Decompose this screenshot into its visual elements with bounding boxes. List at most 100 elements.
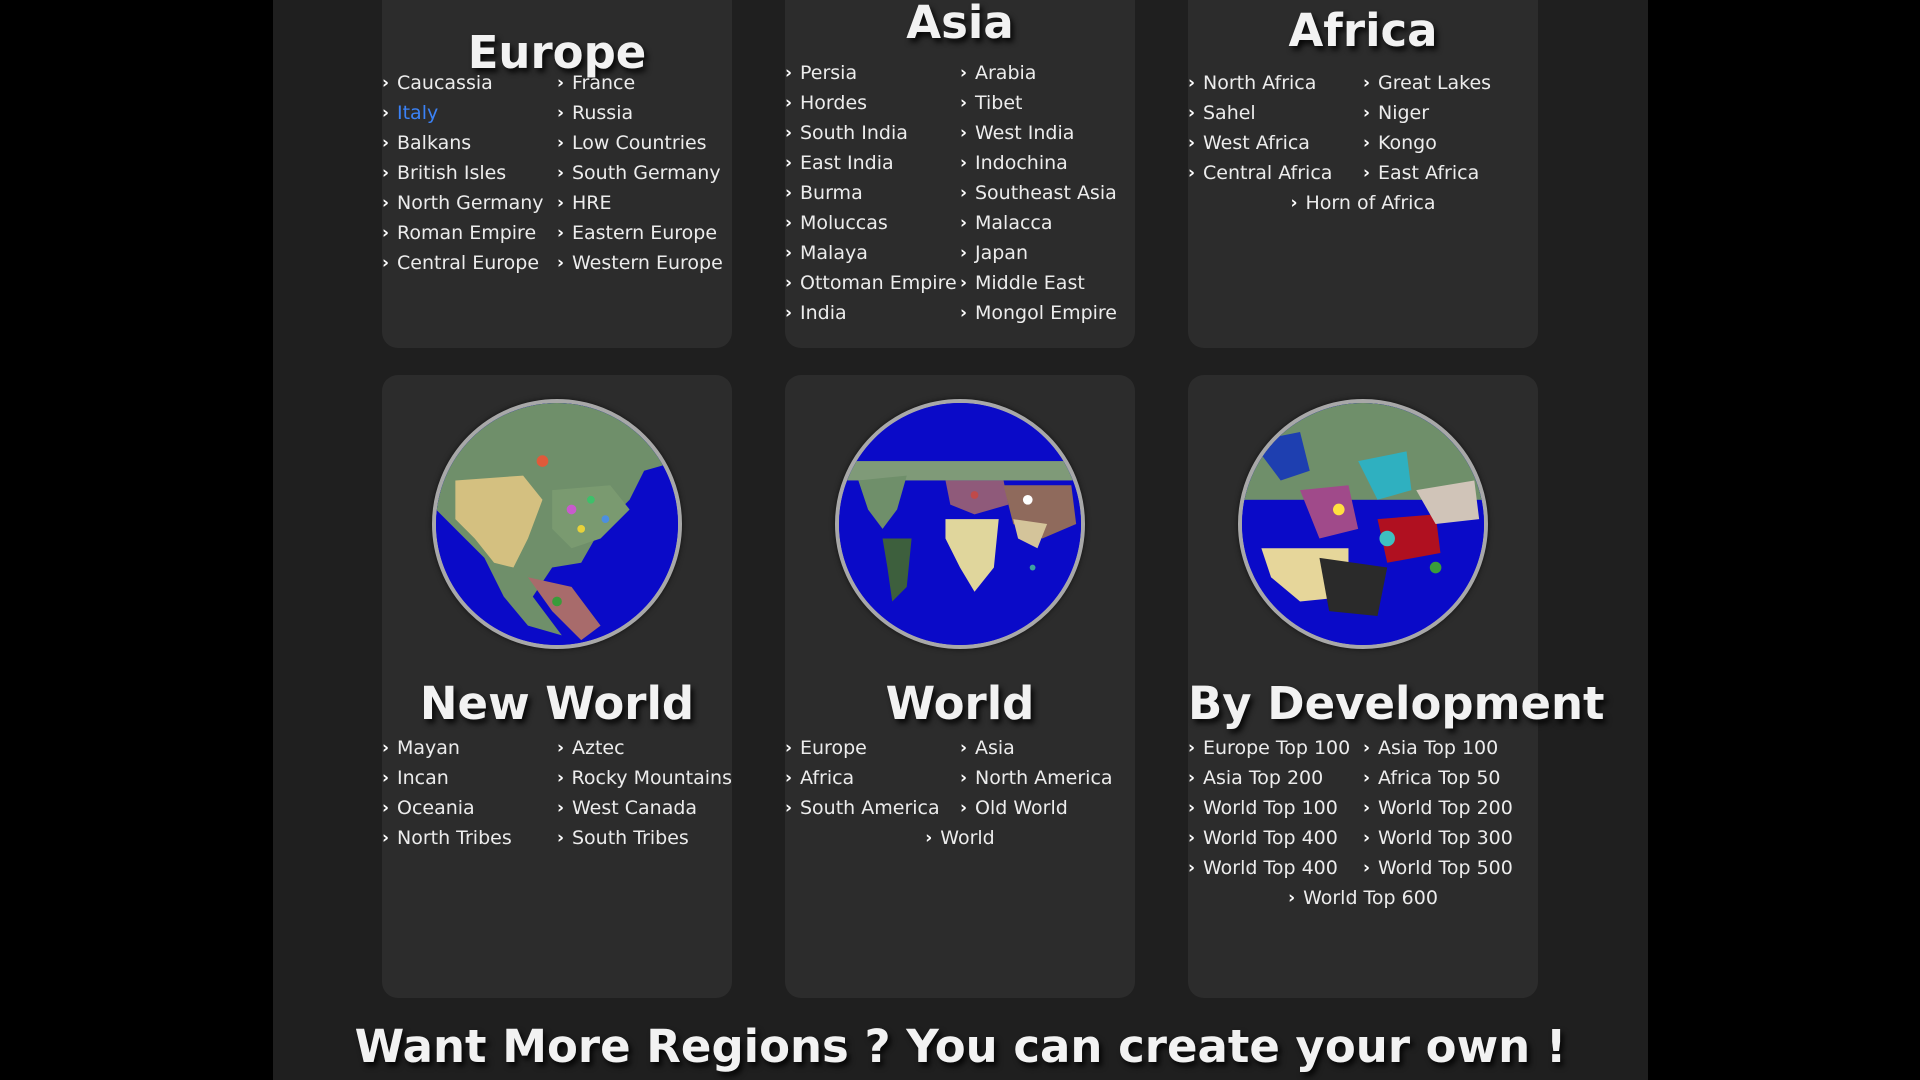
region-link-west-africa[interactable]: › West Africa	[1188, 128, 1363, 158]
region-link-west-india[interactable]: › West India	[960, 118, 1135, 148]
region-link-southeast-asia[interactable]: › Southeast Asia	[960, 178, 1135, 208]
region-link-malaya[interactable]: › Malaya	[785, 238, 960, 268]
chevron-right-icon: ›	[1188, 828, 1196, 848]
region-link-kongo[interactable]: › Kongo	[1363, 128, 1538, 158]
region-link-central-africa[interactable]: › Central Africa	[1188, 158, 1363, 188]
region-link-europe-top-100[interactable]: › Europe Top 100	[1188, 733, 1363, 763]
region-link-north-tribes[interactable]: › North Tribes	[382, 823, 557, 853]
region-link-africa-top-50[interactable]: › Africa Top 50	[1363, 763, 1538, 793]
chevron-right-icon: ›	[382, 738, 390, 758]
region-link-incan[interactable]: › Incan	[382, 763, 557, 793]
chevron-right-icon: ›	[382, 133, 390, 153]
region-link-asia-top-100[interactable]: › Asia Top 100	[1363, 733, 1538, 763]
chevron-right-icon: ›	[785, 738, 793, 758]
region-link-roman-empire[interactable]: › Roman Empire	[382, 218, 557, 248]
region-link-russia[interactable]: › Russia	[557, 98, 732, 128]
region-link-world-africa[interactable]: › Africa	[785, 763, 960, 793]
region-link-world-asia[interactable]: › Asia	[960, 733, 1135, 763]
chevron-right-icon: ›	[557, 798, 565, 818]
region-link-central-europe[interactable]: › Central Europe	[382, 248, 557, 278]
region-link-asia-top-200[interactable]: › Asia Top 200	[1188, 763, 1363, 793]
region-link-moluccas[interactable]: › Moluccas	[785, 208, 960, 238]
region-list-asia: › Persia › Arabia › Hordes › Tibet › South In…	[785, 58, 1135, 328]
region-link-balkans[interactable]: › Balkans	[382, 128, 557, 158]
region-link-world-top-600[interactable]: › World Top 600	[1188, 883, 1538, 913]
region-link-world-top-400[interactable]: › World Top 400	[1188, 823, 1363, 853]
region-link-low-countries[interactable]: › Low Countries	[557, 128, 732, 158]
region-link-niger[interactable]: › Niger	[1363, 98, 1538, 128]
region-link-south-america[interactable]: › South America	[785, 793, 960, 823]
region-link-france[interactable]: › France	[557, 68, 732, 98]
region-link-sahel[interactable]: › Sahel	[1188, 98, 1363, 128]
region-link-ottoman-empire[interactable]: › Ottoman Empire	[785, 268, 960, 298]
region-link-japan[interactable]: › Japan	[960, 238, 1135, 268]
region-link-east-africa[interactable]: › East Africa	[1363, 158, 1538, 188]
region-link-oceania[interactable]: › Oceania	[382, 793, 557, 823]
region-link-old-world[interactable]: › Old World	[960, 793, 1135, 823]
chevron-right-icon: ›	[1363, 163, 1371, 183]
region-link-south-tribes[interactable]: › South Tribes	[557, 823, 732, 853]
region-link-rocky-mountains[interactable]: › Rocky Mountains	[557, 763, 732, 793]
region-link-south-germany[interactable]: › South Germany	[557, 158, 732, 188]
region-link-great-lakes[interactable]: › Great Lakes	[1363, 68, 1538, 98]
region-link-india[interactable]: › India	[785, 298, 960, 328]
region-link-persia[interactable]: › Persia	[785, 58, 960, 88]
region-link-world-top-300[interactable]: › World Top 300	[1363, 823, 1538, 853]
chevron-right-icon: ›	[382, 193, 390, 213]
region-link-italy[interactable]: › Italy	[382, 98, 557, 128]
chevron-right-icon: ›	[382, 73, 390, 93]
chevron-right-icon: ›	[960, 123, 968, 143]
card-world: World › Europe › Asia › Africa › North Ameri…	[785, 375, 1135, 998]
region-link-east-india[interactable]: › East India	[785, 148, 960, 178]
chevron-right-icon: ›	[925, 828, 933, 848]
region-link-mongol-empire[interactable]: › Mongol Empire	[960, 298, 1135, 328]
chevron-right-icon: ›	[1363, 828, 1371, 848]
region-link-world-top-400-b[interactable]: › World Top 400	[1188, 853, 1363, 883]
card-africa: Africa › North Africa › Great Lakes › Sahel…	[1188, 0, 1538, 348]
chevron-right-icon: ›	[960, 183, 968, 203]
chevron-right-icon: ›	[382, 253, 390, 273]
chevron-right-icon: ›	[1363, 768, 1371, 788]
new-world-globe-image[interactable]	[432, 399, 682, 649]
world-globe-image[interactable]	[835, 399, 1085, 649]
region-link-north-africa[interactable]: › North Africa	[1188, 68, 1363, 98]
region-link-hordes[interactable]: › Hordes	[785, 88, 960, 118]
region-link-south-india[interactable]: › South India	[785, 118, 960, 148]
region-link-caucassia[interactable]: › Caucassia	[382, 68, 557, 98]
region-list-by-development: › Europe Top 100 › Asia Top 100 › Asia Top …	[1188, 733, 1538, 913]
development-globe-image[interactable]	[1238, 399, 1488, 649]
chevron-right-icon: ›	[960, 303, 968, 323]
region-link-world-europe[interactable]: › Europe	[785, 733, 960, 763]
region-link-arabia[interactable]: › Arabia	[960, 58, 1135, 88]
region-link-western-europe[interactable]: › Western Europe	[557, 248, 732, 278]
region-link-aztec[interactable]: › Aztec	[557, 733, 732, 763]
chevron-right-icon: ›	[960, 243, 968, 263]
chevron-right-icon: ›	[557, 768, 565, 788]
region-link-world-top-200[interactable]: › World Top 200	[1363, 793, 1538, 823]
chevron-right-icon: ›	[1363, 133, 1371, 153]
region-link-malacca[interactable]: › Malacca	[960, 208, 1135, 238]
chevron-right-icon: ›	[785, 768, 793, 788]
region-link-north-germany[interactable]: › North Germany	[382, 188, 557, 218]
chevron-right-icon: ›	[960, 63, 968, 83]
region-link-world-top-100[interactable]: › World Top 100	[1188, 793, 1363, 823]
region-link-horn-of-africa[interactable]: › Horn of Africa	[1188, 188, 1538, 218]
region-link-hre[interactable]: › HRE	[557, 188, 732, 218]
region-link-eastern-europe[interactable]: › Eastern Europe	[557, 218, 732, 248]
chevron-right-icon: ›	[1363, 858, 1371, 878]
region-link-british-isles[interactable]: › British Isles	[382, 158, 557, 188]
chevron-right-icon: ›	[557, 253, 565, 273]
region-link-world-top-500[interactable]: › World Top 500	[1363, 853, 1538, 883]
region-link-north-america[interactable]: › North America	[960, 763, 1135, 793]
card-asia: Asia › Persia › Arabia › Hordes › Tibet › Sou…	[785, 0, 1135, 348]
region-link-burma[interactable]: › Burma	[785, 178, 960, 208]
region-list-europe: › Caucassia › France › Italy › Russia › Balka…	[382, 68, 732, 278]
region-link-mayan[interactable]: › Mayan	[382, 733, 557, 763]
region-link-tibet[interactable]: › Tibet	[960, 88, 1135, 118]
chevron-right-icon: ›	[785, 243, 793, 263]
region-link-indochina[interactable]: › Indochina	[960, 148, 1135, 178]
region-link-world[interactable]: › World	[785, 823, 1135, 853]
region-link-west-canada[interactable]: › West Canada	[557, 793, 732, 823]
chevron-right-icon: ›	[960, 273, 968, 293]
region-link-middle-east[interactable]: › Middle East	[960, 268, 1135, 298]
